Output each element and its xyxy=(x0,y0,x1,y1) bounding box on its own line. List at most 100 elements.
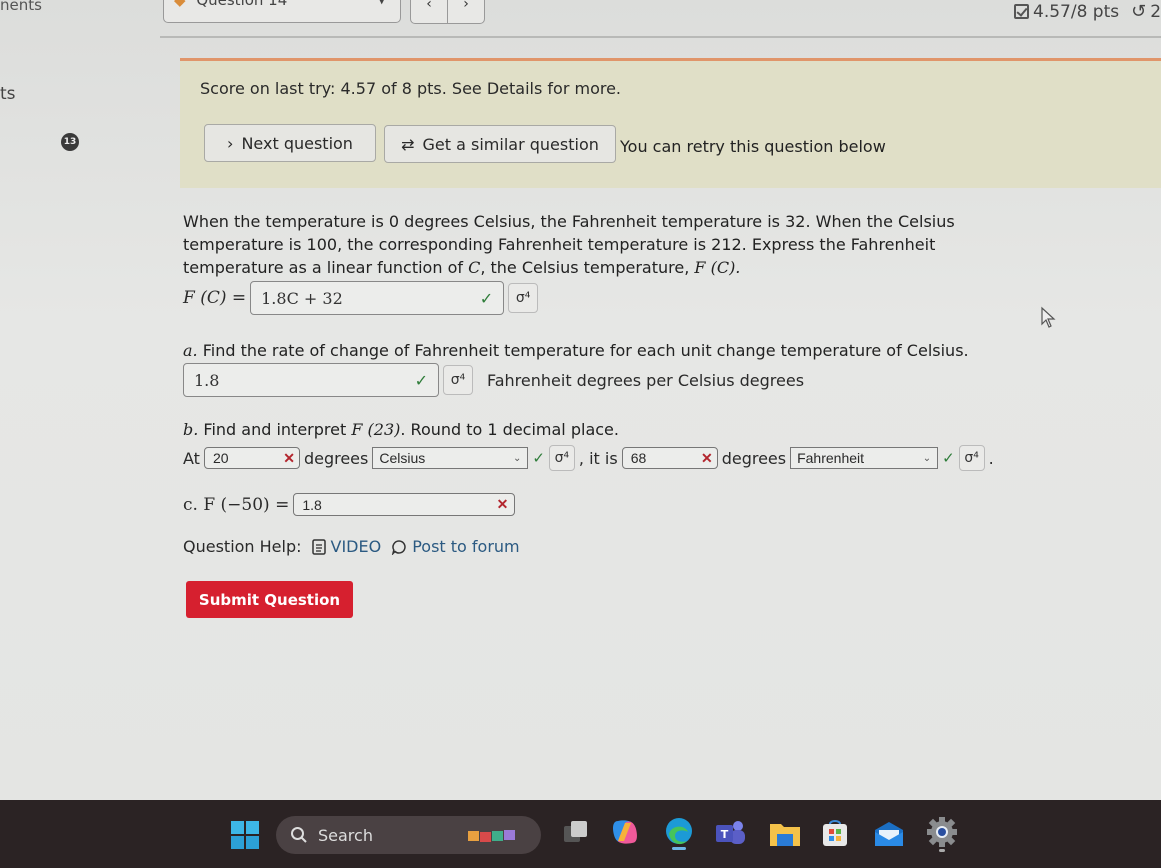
copilot-icon[interactable] xyxy=(610,817,640,847)
edge-browser-icon[interactable] xyxy=(663,816,695,850)
fc-label: F (C) = xyxy=(183,288,247,308)
fc-row: F (C) = 1.8C + 32 ✓ σ⁴ xyxy=(183,281,539,315)
search-highlight-icon xyxy=(468,830,515,842)
part-a-text: a. Find the rate of change of Fahrenheit… xyxy=(183,341,969,360)
part-b-itis: , it is xyxy=(578,448,618,468)
part-b-input-celsius[interactable]: 20 ✕ xyxy=(203,447,300,469)
microsoft-store-icon[interactable] xyxy=(820,818,850,848)
symbol-picker-icon[interactable]: σ⁴ xyxy=(443,365,473,395)
question-text-2: , the Celsius temperature, xyxy=(480,258,695,277)
question-help: Question Help: VIDEO Post to forum xyxy=(183,537,520,556)
taskbar-search-label: Search xyxy=(318,825,373,845)
check-icon: ✓ xyxy=(414,370,428,390)
question-help-label: Question Help: xyxy=(183,537,302,556)
sidebar-badge[interactable]: 13 xyxy=(61,133,79,151)
part-a-prefix: a. xyxy=(183,341,198,360)
next-question-button[interactable]: › Next question xyxy=(204,124,376,162)
check-icon: ✓ xyxy=(479,288,494,308)
next-question-arrow-button[interactable]: › xyxy=(448,0,484,23)
forum-link-label: Post to forum xyxy=(412,537,520,556)
chevron-right-icon: › xyxy=(227,133,234,153)
retry-icon[interactable]: ↺ xyxy=(1131,1,1146,22)
chevron-down-icon: ⌄ xyxy=(922,452,932,464)
part-b-unit-select-2-value: Fahrenheit xyxy=(797,450,865,466)
windows-start-icon[interactable] xyxy=(230,820,260,850)
part-a-units: Fahrenheit degrees per Celsius degrees xyxy=(487,370,805,390)
video-link[interactable]: VIDEO xyxy=(311,537,382,556)
part-a-value: 1.8 xyxy=(194,370,220,390)
x-icon: ✕ xyxy=(283,449,295,466)
part-b-input-celsius-value: 20 xyxy=(212,450,229,466)
part-b-input-fahrenheit[interactable]: 68 ✕ xyxy=(621,447,718,469)
part-b-text: b. Find and interpret F (23). Round to 1… xyxy=(183,420,619,439)
question-var: C xyxy=(468,258,481,277)
sidebar-label: ts xyxy=(0,84,16,104)
forum-link[interactable]: Post to forum xyxy=(391,537,520,556)
part-a-prompt: Find the rate of change of Fahrenheit te… xyxy=(197,341,969,360)
symbol-picker-icon[interactable]: σ⁴ xyxy=(548,445,575,471)
prev-question-button[interactable]: ‹ xyxy=(411,0,448,23)
fc-answer-value: 1.8C + 32 xyxy=(261,288,343,308)
score-panel: Score on last try: 4.57 of 8 pts. See De… xyxy=(180,58,1161,188)
similar-question-button[interactable]: ⇄ Get a similar question xyxy=(384,125,616,163)
part-a-input[interactable]: 1.8 ✓ xyxy=(183,363,439,397)
diamond-icon: ◆ xyxy=(174,0,186,9)
checkbox-icon xyxy=(1014,4,1029,19)
points-value: 4.57/8 pts xyxy=(1033,1,1120,22)
file-explorer-icon[interactable] xyxy=(768,820,802,848)
part-c-input[interactable]: 1.8 ✕ xyxy=(293,493,516,516)
settings-gear-icon[interactable] xyxy=(926,816,958,852)
part-b-at: At xyxy=(183,448,200,468)
x-icon: ✕ xyxy=(700,449,713,466)
part-b-unit-select-2[interactable]: Fahrenheit ⌄ xyxy=(790,447,939,469)
question-select[interactable]: ◆ Question 14 ▼ xyxy=(163,0,401,23)
next-question-label: Next question xyxy=(241,133,353,153)
part-b-prompt-2: . Round to 1 decimal place. xyxy=(400,420,619,439)
svg-text:T: T xyxy=(721,828,729,841)
divider xyxy=(160,36,1161,38)
symbol-picker-icon[interactable]: σ⁴ xyxy=(958,445,985,471)
chat-bubble-icon xyxy=(392,539,406,555)
x-icon: ✕ xyxy=(496,496,509,512)
part-b-unit-select-1[interactable]: Celsius ⌄ xyxy=(372,447,529,469)
document-icon xyxy=(311,538,326,555)
retry-count: 2 xyxy=(1150,1,1161,22)
part-c-label: c. F (−50) = xyxy=(183,494,290,515)
part-b-unit-select-1-value: Celsius xyxy=(379,450,426,466)
part-b-prefix: b. xyxy=(183,420,199,439)
mail-icon[interactable] xyxy=(873,820,905,848)
question-text: When the temperature is 0 degrees Celsiu… xyxy=(183,210,983,279)
part-b-degrees-1: degrees xyxy=(303,448,369,468)
points-display: 4.57/8 pts ↺ 2 xyxy=(1014,1,1161,22)
search-icon xyxy=(291,827,307,843)
check-icon: ✓ xyxy=(942,449,955,467)
question-select-value: Question 14 xyxy=(196,0,288,9)
fc-answer-input[interactable]: 1.8C + 32 ✓ xyxy=(250,281,505,315)
page: nents ◆ Question 14 ▼ ‹ › 4.57/8 pts ↺ 2… xyxy=(0,0,1161,800)
video-link-label: VIDEO xyxy=(330,537,382,556)
part-b-row: At 20 ✕ degrees Celsius ⌄ ✓ σ⁴ , it is 6… xyxy=(183,445,994,471)
teams-icon[interactable]: T xyxy=(714,818,746,848)
chevron-down-icon: ⌄ xyxy=(512,452,522,464)
part-b-prompt-1: Find and interpret xyxy=(198,420,352,439)
question-nav: ‹ › xyxy=(410,0,485,24)
part-b-input-fahrenheit-value: 68 xyxy=(630,450,647,466)
part-c-row: c. F (−50) = 1.8 ✕ xyxy=(183,493,516,516)
part-c-value: 1.8 xyxy=(302,496,322,513)
question-fn: F (C). xyxy=(694,258,741,277)
retry-note: You can retry this question below xyxy=(620,137,886,156)
task-view-icon[interactable] xyxy=(562,818,590,846)
part-b-fn: F (23) xyxy=(351,420,401,439)
submit-question-button[interactable]: Submit Question xyxy=(186,581,353,618)
part-b-degrees-2: degrees xyxy=(721,448,787,468)
part-a-row: 1.8 ✓ σ⁴ Fahrenheit degrees per Celsius … xyxy=(183,363,804,397)
score-text: Score on last try: 4.57 of 8 pts. See De… xyxy=(200,79,622,98)
taskbar-search[interactable]: Search xyxy=(276,816,541,854)
similar-question-label: Get a similar question xyxy=(422,134,599,154)
chevron-down-icon: ▼ xyxy=(378,0,386,6)
check-icon: ✓ xyxy=(532,449,545,467)
repeat-icon: ⇄ xyxy=(401,134,415,154)
breadcrumb-assignments[interactable]: nents xyxy=(0,0,42,14)
symbol-picker-icon[interactable]: σ⁴ xyxy=(508,283,539,313)
part-b-end: . xyxy=(988,448,994,468)
